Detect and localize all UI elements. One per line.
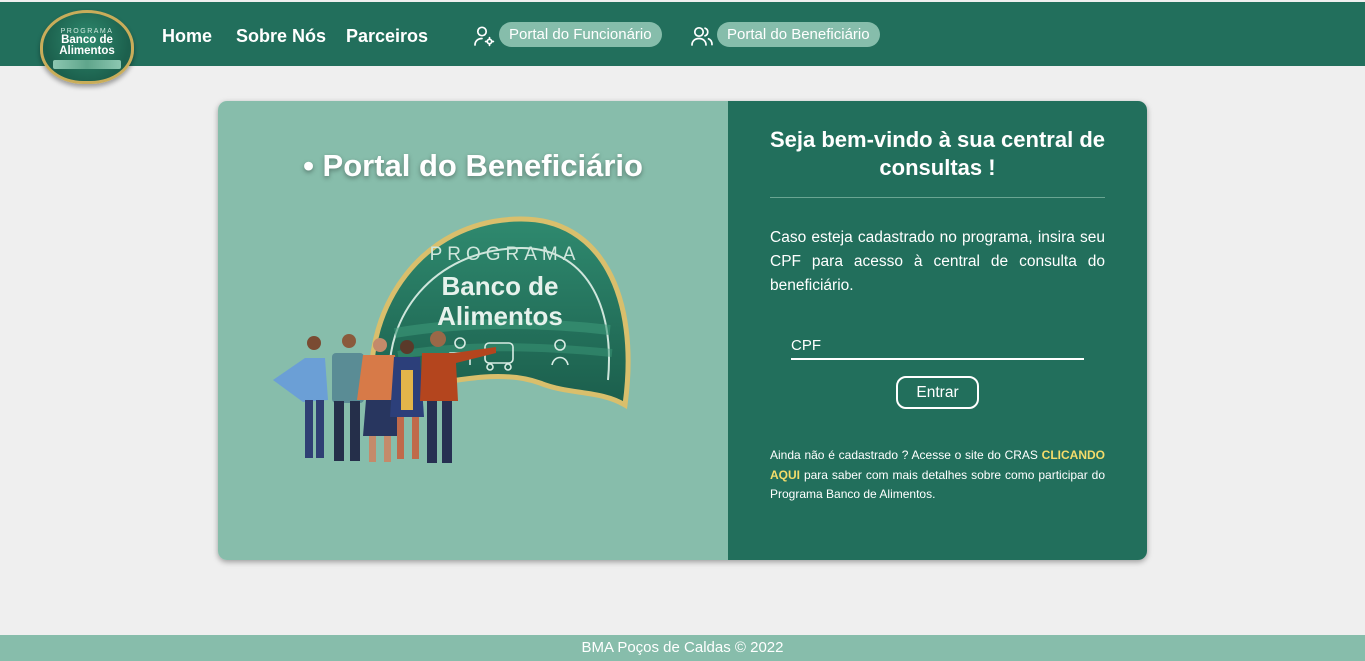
enter-button[interactable]: Entrar bbox=[896, 376, 979, 409]
nav-about-link[interactable]: Sobre Nós bbox=[236, 26, 326, 47]
instruction-text: Caso esteja cadastrado no programa, insi… bbox=[770, 229, 1105, 294]
divider bbox=[770, 197, 1105, 198]
users-icon[interactable] bbox=[690, 24, 714, 48]
logo-label-main-1: Banco de bbox=[61, 33, 113, 46]
portal-title: • Portal do Beneficiário bbox=[303, 148, 643, 183]
page-footer: BMA Poços de Caldas © 2022 bbox=[0, 635, 1365, 661]
nav-home-link[interactable]: Home bbox=[162, 26, 212, 47]
emblem-main-text-1: Banco de bbox=[441, 271, 558, 301]
cras-info-text: Ainda não é cadastrado ? Acesse o site d… bbox=[770, 446, 1105, 505]
footer-copyright: BMA Poços de Caldas © 2022 bbox=[581, 639, 784, 656]
cpf-input[interactable] bbox=[791, 333, 1084, 360]
top-navbar: PROGRAMA Banco de Alimentos Home Sobre N… bbox=[0, 2, 1365, 84]
welcome-heading: Seja bem-vindo à sua central de consulta… bbox=[769, 127, 1105, 180]
program-logo[interactable]: PROGRAMA Banco de Alimentos bbox=[40, 10, 134, 84]
program-illustration: PROGRAMA Banco de Alimentos bbox=[273, 216, 631, 463]
info-text-after: para saber com mais detalhes sobre como … bbox=[770, 467, 1105, 502]
beneficiary-portal-button[interactable]: Portal do Beneficiário bbox=[717, 22, 880, 47]
user-gear-icon[interactable] bbox=[472, 24, 496, 48]
card-right-panel: Seja bem-vindo à sua central de consulta… bbox=[728, 101, 1147, 560]
info-text-before: Ainda não é cadastrado ? Acesse o site d… bbox=[770, 448, 1042, 462]
login-card: • Portal do Beneficiário PROGRAMA Banco … bbox=[218, 101, 1147, 560]
employee-portal-button[interactable]: Portal do Funcionário bbox=[499, 22, 662, 47]
emblem-top-text: PROGRAMA bbox=[430, 244, 581, 265]
nav-partners-link[interactable]: Parceiros bbox=[346, 26, 428, 47]
logo-strip bbox=[53, 59, 121, 69]
logo-label-main-2: Alimentos bbox=[59, 44, 115, 57]
card-left-panel: • Portal do Beneficiário PROGRAMA Banco … bbox=[218, 101, 728, 560]
emblem-main-text-2: Alimentos bbox=[437, 301, 563, 331]
